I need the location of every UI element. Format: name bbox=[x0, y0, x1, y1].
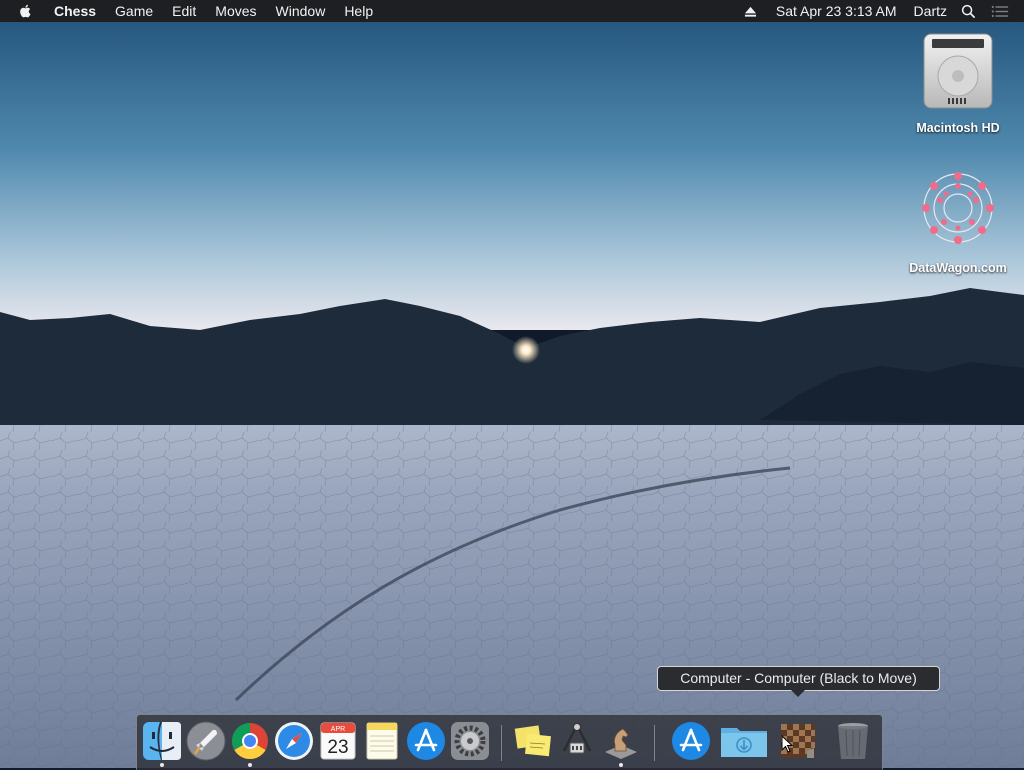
spotlight-search-icon[interactable] bbox=[961, 3, 977, 19]
launchpad-rocket-icon bbox=[186, 721, 226, 761]
app-store-icon bbox=[407, 722, 445, 760]
dock-directory-utility[interactable] bbox=[557, 721, 597, 761]
dock-app-store-downloads[interactable] bbox=[671, 721, 711, 761]
chrome-icon bbox=[231, 723, 268, 760]
dock-launchpad[interactable] bbox=[186, 721, 226, 761]
menu-edit[interactable]: Edit bbox=[172, 0, 196, 22]
calendar-day: 23 bbox=[327, 737, 348, 758]
eject-icon[interactable] bbox=[744, 4, 758, 18]
running-indicator bbox=[160, 763, 164, 767]
stickies-icon bbox=[514, 725, 551, 757]
dock-stickies[interactable] bbox=[513, 721, 553, 761]
menu-window[interactable]: Window bbox=[276, 0, 326, 22]
datawagon-icon bbox=[922, 172, 994, 244]
dock-tooltip: Computer - Computer (Black to Move) bbox=[657, 666, 940, 697]
menu-clock[interactable]: Sat Apr 23 3:13 AM bbox=[776, 3, 897, 19]
dock-app-store[interactable] bbox=[406, 721, 446, 761]
dock-downloads-folder[interactable] bbox=[720, 721, 768, 761]
calendar-month: APR bbox=[331, 726, 345, 733]
finder-icon bbox=[143, 722, 181, 760]
gear-icon bbox=[451, 722, 489, 760]
desktop-icon-macintosh-hd[interactable]: Macintosh HD bbox=[898, 32, 1018, 135]
calendar-icon: APR 23 bbox=[320, 722, 356, 760]
dock-separator bbox=[501, 725, 502, 761]
menu-help[interactable]: Help bbox=[344, 0, 373, 22]
menu-moves[interactable]: Moves bbox=[215, 0, 256, 22]
chess-knight-icon bbox=[605, 728, 637, 759]
desktop-icon-label: Macintosh HD bbox=[916, 121, 1000, 135]
dock-notes[interactable] bbox=[362, 721, 402, 761]
desktop-icon-label: DataWagon.com bbox=[909, 261, 1007, 275]
menu-user[interactable]: Dartz bbox=[914, 3, 947, 19]
trash-icon bbox=[838, 723, 868, 759]
menu-app-name[interactable]: Chess bbox=[54, 0, 96, 22]
dock-safari[interactable] bbox=[274, 721, 314, 761]
downloads-folder-icon bbox=[721, 728, 767, 757]
menu-bar-extras: Sat Apr 23 3:13 AM Dartz bbox=[744, 0, 1024, 22]
dock: APR 23 bbox=[136, 714, 883, 770]
hard-drive-icon bbox=[923, 33, 993, 109]
safari-compass-icon bbox=[275, 722, 313, 760]
dock-separator bbox=[654, 725, 655, 761]
running-indicator bbox=[248, 763, 252, 767]
notification-center-icon[interactable] bbox=[991, 4, 1011, 18]
menu-game[interactable]: Game bbox=[115, 0, 153, 22]
desktop-wallpaper bbox=[0, 0, 1024, 768]
apple-icon[interactable] bbox=[18, 2, 36, 20]
dock-trash[interactable] bbox=[833, 721, 873, 761]
dock-finder[interactable] bbox=[142, 721, 182, 761]
dock-chrome[interactable] bbox=[230, 721, 270, 761]
dock-system-preferences[interactable] bbox=[450, 721, 490, 761]
dock-calendar[interactable]: APR 23 bbox=[318, 721, 358, 761]
directory-utility-icon bbox=[562, 723, 592, 754]
menu-bar: Chess Game Edit Moves Window Help Sat Ap… bbox=[0, 0, 1024, 22]
mouse-cursor-icon bbox=[781, 735, 793, 753]
desktop-icon-datawagon[interactable]: DataWagon.com bbox=[898, 168, 1018, 275]
dock-chess[interactable] bbox=[601, 721, 641, 761]
app-store-icon bbox=[672, 722, 710, 760]
running-indicator bbox=[619, 763, 623, 767]
notes-icon bbox=[366, 722, 398, 760]
